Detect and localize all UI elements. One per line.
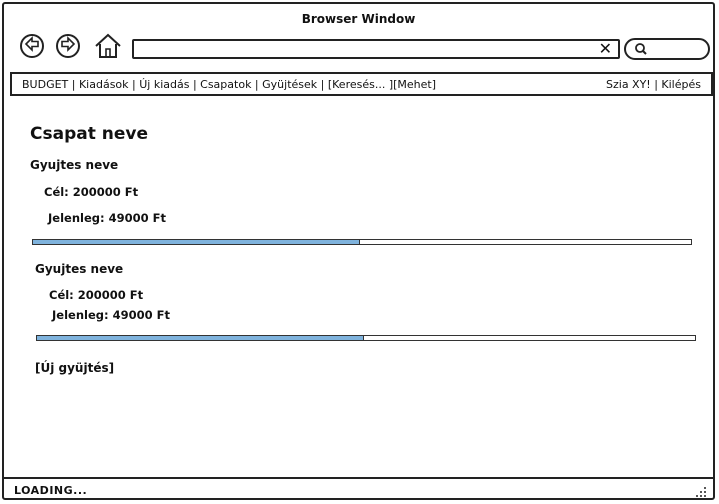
collection-goal: Cél: 200000 Ft [44,185,139,199]
collection-name: Gyujtes neve [35,262,124,276]
window-title: Browser Window [301,12,416,26]
home-icon [94,33,122,64]
progress-bar [36,335,696,341]
progress-fill [37,336,364,340]
team-title: Csapat neve [30,124,148,144]
back-button[interactable] [20,34,44,58]
collection-current: Jelenleg: 49000 Ft [52,308,170,322]
search-box[interactable] [624,38,710,60]
new-collection-link[interactable]: [Új gyüjtés] [35,361,114,375]
progress-fill [33,240,360,244]
browser-window: Browser Window ✕ BUDGET | Kiadások | Új … [2,2,715,500]
forward-button[interactable] [56,34,80,58]
back-arrow-icon [23,35,41,57]
resize-grip-icon[interactable] [695,483,707,497]
clear-icon[interactable]: ✕ [599,41,612,57]
collection-current: Jelenleg: 49000 Ft [48,211,166,225]
menu-bar: BUDGET | Kiadások | Új kiadás | Csapatok… [10,72,713,96]
collection-name: Gyujtes neve [30,158,119,172]
home-button[interactable] [94,32,122,60]
status-text: LOADING... [14,484,88,497]
menu-links[interactable]: BUDGET | Kiadások | Új kiadás | Csapatok… [22,78,606,91]
progress-bar [32,239,692,245]
user-links[interactable]: Szia XY! | Kilépés [606,78,701,91]
status-bar: LOADING... [4,477,713,500]
address-bar[interactable]: ✕ [132,39,620,59]
collection-goal: Cél: 200000 Ft [49,288,144,302]
forward-arrow-icon [59,35,77,57]
